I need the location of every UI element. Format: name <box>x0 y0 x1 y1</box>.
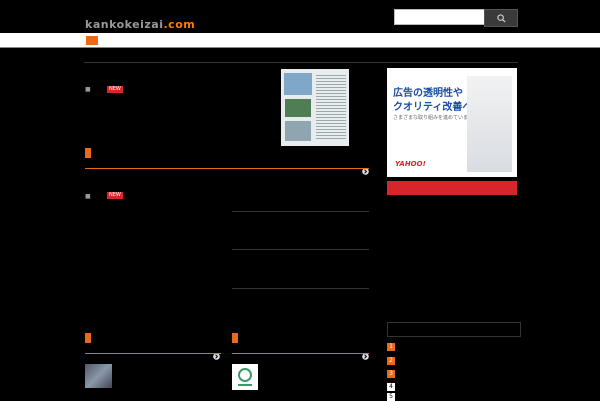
rank-number: 1 <box>387 343 395 351</box>
advertisement-banner[interactable]: 広告の透明性や クオリティ改善への さまざまな取り組みを進めています。 YAHO… <box>387 68 517 177</box>
ad-person-image <box>467 76 512 172</box>
ad-cta-button[interactable] <box>387 181 517 195</box>
bottom-mid-divider <box>232 353 369 354</box>
comment-icon: ■ <box>85 86 91 93</box>
article2-excerpt <box>85 216 227 236</box>
ad-headline-line1: 広告の透明性や <box>393 88 463 99</box>
ad-subtext: さまざまな取り組みを進めています。 <box>393 115 478 121</box>
ticker-badge <box>86 36 98 45</box>
ad-brand-logo: YAHOO! <box>395 160 426 168</box>
rank-number: 2 <box>387 357 395 365</box>
list-divider <box>232 211 369 212</box>
search-icon <box>496 13 506 23</box>
bottom-left-section-tab[interactable] <box>85 333 91 343</box>
list-divider <box>232 288 369 289</box>
new-badge: NEW <box>107 86 123 93</box>
search-input[interactable] <box>394 9 488 25</box>
chevron-right-icon[interactable] <box>362 160 369 175</box>
article2-comment-count: ■ <box>85 193 91 200</box>
logo-tld-text: .com <box>163 18 196 31</box>
bottom-mid-section-tab[interactable] <box>232 333 238 343</box>
section1-divider <box>85 168 369 169</box>
list-divider <box>232 249 369 250</box>
rank-number: 3 <box>387 370 395 378</box>
featured-comment-count: ■ <box>85 86 91 93</box>
search-button[interactable] <box>484 9 518 27</box>
leaf-logo-icon <box>238 368 252 386</box>
ranking-heading <box>387 322 521 337</box>
bottom-left-thumbnail[interactable] <box>85 364 112 388</box>
section1-tab[interactable] <box>85 148 91 158</box>
header-divider <box>84 62 518 63</box>
new-badge: NEW <box>107 192 123 199</box>
site-logo-domain[interactable]: kankokeizai.com <box>85 18 195 31</box>
logo-domain-text: kankokeizai <box>85 18 164 31</box>
comment-icon: ■ <box>85 193 91 200</box>
bottom-left-divider <box>85 353 221 354</box>
featured-thumbnail[interactable] <box>281 69 349 146</box>
chevron-right-icon[interactable] <box>362 345 369 360</box>
rank-number: 4 <box>387 383 395 391</box>
chevron-right-icon[interactable] <box>213 345 220 360</box>
bottom-mid-thumbnail[interactable] <box>232 364 258 390</box>
featured-excerpt <box>85 111 277 121</box>
